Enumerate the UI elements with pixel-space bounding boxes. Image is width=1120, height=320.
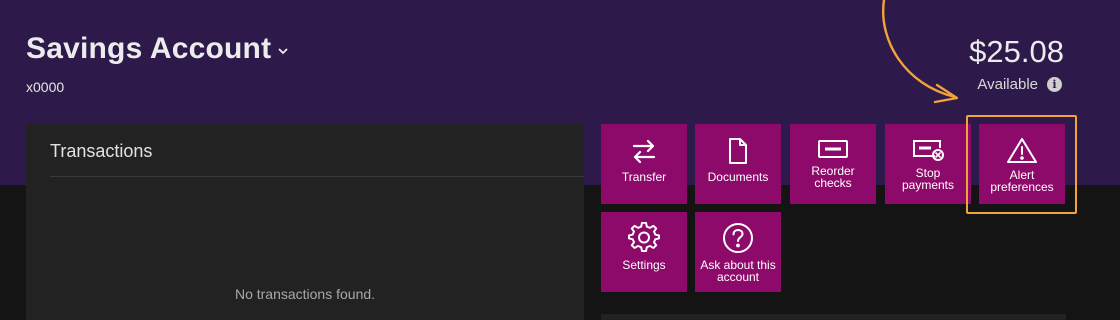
reorder-checks-button[interactable]: Reorder checks	[790, 124, 876, 204]
stop-payments-button[interactable]: Stop payments	[885, 124, 971, 204]
transfer-label: Transfer	[621, 170, 667, 184]
account-number: x0000	[26, 79, 65, 95]
stop-payments-label: Stop payments	[901, 166, 955, 192]
available-label: Available	[977, 76, 1038, 93]
annotation-highlight-box	[966, 115, 1077, 214]
available-row: Available i	[977, 76, 1062, 93]
panel-edge	[601, 314, 1066, 320]
stop-payment-icon	[911, 124, 945, 162]
check-icon	[817, 124, 849, 160]
documents-label: Documents	[707, 170, 769, 184]
transactions-panel: Transactions No transactions found.	[26, 124, 584, 320]
empty-message: No transactions found.	[234, 286, 376, 302]
divider	[50, 176, 584, 177]
ask-about-account-button[interactable]: Ask about this account	[695, 212, 781, 292]
ask-about-account-label: Ask about this account	[700, 258, 776, 284]
info-icon[interactable]: i	[1047, 77, 1062, 92]
gear-icon	[628, 212, 660, 254]
document-icon	[726, 124, 750, 166]
transfer-button[interactable]: Transfer	[601, 124, 687, 204]
balance-amount: $25.08	[969, 34, 1064, 69]
account-title: Savings Account	[26, 32, 272, 65]
help-icon	[722, 212, 754, 254]
account-selector[interactable]: Savings Account	[26, 32, 289, 66]
chevron-down-icon[interactable]	[277, 47, 289, 55]
documents-button[interactable]: Documents	[695, 124, 781, 204]
reorder-checks-label: Reorder checks	[811, 164, 855, 190]
settings-label: Settings	[622, 258, 666, 272]
transactions-title: Transactions	[50, 141, 153, 161]
settings-button[interactable]: Settings	[601, 212, 687, 292]
transfer-icon	[629, 124, 659, 166]
